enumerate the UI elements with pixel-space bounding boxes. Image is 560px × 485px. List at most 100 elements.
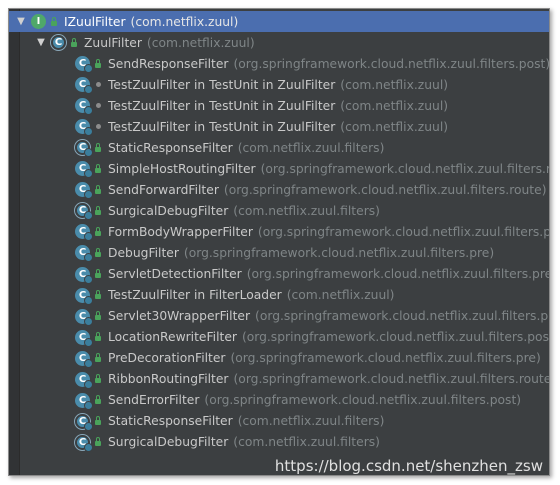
tree-node-package: (com.netflix.zuul)	[146, 35, 255, 50]
package-private-dot-icon	[93, 80, 103, 90]
tree-node-package: (com.netflix.zuul)	[286, 288, 395, 303]
class-icon: C	[75, 371, 93, 389]
tree-node-name: SurgicalDebugFilter	[108, 435, 229, 450]
tree-node-name: StaticResponseFilter	[108, 414, 233, 429]
public-lock-icon	[93, 353, 103, 363]
class-icon: C	[75, 245, 93, 263]
public-lock-icon	[93, 395, 103, 405]
tree-node-name: SendErrorFilter	[108, 393, 200, 408]
class-icon: C	[75, 119, 93, 137]
expand-arrow-icon[interactable]: ▼	[15, 16, 27, 28]
class-icon: C	[75, 308, 93, 326]
public-lock-icon	[93, 247, 103, 258]
tree-node-subclass[interactable]: C LocationRewriteFilter (org.springframewo…	[75, 327, 549, 348]
class-icon: C	[75, 350, 93, 368]
class-icon: C	[75, 392, 93, 410]
class-overlay-icon	[84, 379, 93, 389]
tree-node-name: RibbonRoutingFilter	[108, 372, 229, 387]
class-overlay-icon	[84, 316, 93, 326]
tree-node-subclass[interactable]: C StaticResponseFilter (com.netflix.zuul.f…	[75, 137, 384, 158]
hierarchy-tree-panel: ▼ I IZuulFilter (com.netflix.zuul) ▼ C Z…	[8, 8, 550, 476]
tree-node-subclass[interactable]: C SimpleHostRoutingFilter (org.springframe…	[75, 158, 550, 179]
public-lock-icon	[93, 58, 103, 69]
expand-arrow-icon[interactable]: ▼	[35, 37, 47, 49]
class-overlay-icon	[84, 442, 93, 452]
public-lock-icon	[93, 437, 103, 447]
class-overlay-icon	[84, 421, 93, 431]
tree-node-name: Servlet30WrapperFilter	[108, 309, 251, 324]
tree-node-subclass[interactable]: C TestZuulFilter in TestUnit in ZuulFilte…	[75, 74, 448, 95]
class-icon: C	[75, 56, 93, 73]
tree-node-subclass[interactable]: C TestZuulFilter in TestUnit in ZuulFilte…	[75, 116, 448, 137]
tree-node-package: (org.springframework.cloud.netflix.zuul.…	[230, 351, 541, 366]
tree-node-subclass[interactable]: C FormBodyWrapperFilter (org.springframewo…	[75, 221, 550, 242]
interface-icon: I	[31, 14, 46, 29]
tree-node-package: (org.springframework.cloud.netflix.zuul.…	[204, 393, 522, 408]
public-lock-icon	[69, 37, 79, 48]
tree-node-root[interactable]: ▼ I IZuulFilter (com.netflix.zuul)	[15, 11, 238, 32]
class-icon: C	[75, 224, 93, 242]
tree-node-name: DebugFilter	[108, 245, 179, 260]
tree-node-subclass[interactable]: C Servlet30WrapperFilter (org.springframew…	[75, 306, 549, 327]
tree-node-package: (com.netflix.zuul.filters)	[233, 203, 380, 218]
abstract-class-icon: C	[75, 203, 93, 221]
tree-node-name: SurgicalDebugFilter	[108, 203, 229, 218]
tree-node-subclass[interactable]: C SendForwardFilter (org.springframework.c…	[75, 179, 547, 200]
class-overlay-icon	[84, 127, 93, 137]
tree-node-name: SimpleHostRoutingFilter	[108, 161, 256, 176]
class-icon: C	[75, 161, 93, 179]
abstract-class-icon: C	[75, 140, 93, 158]
tree-node-subclass[interactable]: C SendResponseFilter (org.springframework.…	[75, 53, 550, 74]
class-overlay-icon	[84, 106, 93, 116]
tree-node-subclass[interactable]: C DebugFilter (org.springframework.cloud.n…	[75, 242, 494, 263]
tree-node-name: SendForwardFilter	[108, 182, 219, 197]
tree-node-name: TestZuulFilter in TestUnit in ZuulFilter	[108, 98, 336, 113]
tree-node-subclass[interactable]: C SurgicalDebugFilter (com.netflix.zuul.fi…	[75, 432, 380, 453]
tree-node-subclass[interactable]: C TestZuulFilter in FilterLoader (com.netf…	[75, 285, 394, 306]
tree-node-subclass[interactable]: C RibbonRoutingFilter (org.springframework…	[75, 369, 549, 390]
class-overlay-icon	[84, 169, 93, 179]
tree-node-package: (com.netflix.zuul.filters)	[237, 140, 385, 155]
class-icon: C	[75, 329, 93, 347]
class-overlay-icon	[84, 190, 93, 200]
tree-node-subclass[interactable]: C ServletDetectionFilter (org.springframew…	[75, 264, 550, 285]
public-lock-icon	[93, 311, 103, 321]
tree-node-package: (org.springframework.cloud.netflix.zuul.…	[233, 56, 550, 71]
tree-node-subclass[interactable]: C PreDecorationFilter (org.springframework…	[75, 348, 541, 369]
tree-node-name: PreDecorationFilter	[108, 351, 226, 366]
public-lock-icon	[93, 163, 103, 174]
class-overlay-icon	[84, 337, 93, 347]
tree-node-package: (org.springframework.cloud.netflix.zuul.…	[260, 161, 550, 176]
public-lock-icon	[93, 374, 103, 384]
class-overlay-icon	[84, 253, 93, 263]
tree-node-name: ServletDetectionFilter	[108, 267, 242, 281]
class-overlay-icon	[84, 148, 93, 158]
tree-node-package: (com.netflix.zuul)	[340, 119, 449, 134]
tree-node-name: TestZuulFilter in TestUnit in ZuulFilter	[108, 77, 336, 92]
tree-node-package: (org.springframework.cloud.netflix.zuul.…	[246, 267, 550, 281]
tree-node-package: (com.netflix.zuul)	[130, 14, 239, 29]
class-icon: C	[75, 77, 93, 95]
abstract-class-icon: C	[51, 35, 66, 50]
screenshot-frame: ▼ I IZuulFilter (com.netflix.zuul) ▼ C Z…	[0, 0, 560, 485]
tree-node-name: ZuulFilter	[84, 35, 142, 50]
tree-node-package: (com.netflix.zuul.filters)	[237, 414, 385, 429]
tree-node-name: SendResponseFilter	[108, 56, 229, 71]
editor-gutter-strip	[9, 9, 20, 475]
abstract-class-icon: C	[75, 413, 93, 431]
tree-node-package: (org.springframework.cloud.netflix.zuul.…	[257, 224, 550, 239]
watermark-text: https://blog.csdn.net/shenzhen_zsw	[270, 457, 547, 475]
class-icon: C	[75, 98, 93, 116]
tree-node-package: (org.springframework.cloud.netflix.zuul.…	[183, 245, 495, 260]
class-overlay-icon	[84, 400, 93, 410]
tree-node-child[interactable]: ▼ C ZuulFilter (com.netflix.zuul)	[35, 32, 255, 53]
tree-node-subclass[interactable]: C TestZuulFilter in TestUnit in ZuulFilte…	[75, 95, 448, 116]
public-lock-icon	[93, 416, 103, 426]
tree-node-subclass[interactable]: C SendErrorFilter (org.springframework.clo…	[75, 390, 521, 411]
package-private-dot-icon	[93, 122, 103, 132]
tree-node-subclass[interactable]: C SurgicalDebugFilter (com.netflix.zuul.fi…	[75, 200, 380, 221]
abstract-class-icon: C	[75, 434, 93, 452]
tree-node-subclass[interactable]: C StaticResponseFilter (com.netflix.zuul.f…	[75, 411, 384, 432]
tree-node-package: (com.netflix.zuul.filters)	[233, 435, 380, 450]
class-overlay-icon	[84, 85, 93, 95]
